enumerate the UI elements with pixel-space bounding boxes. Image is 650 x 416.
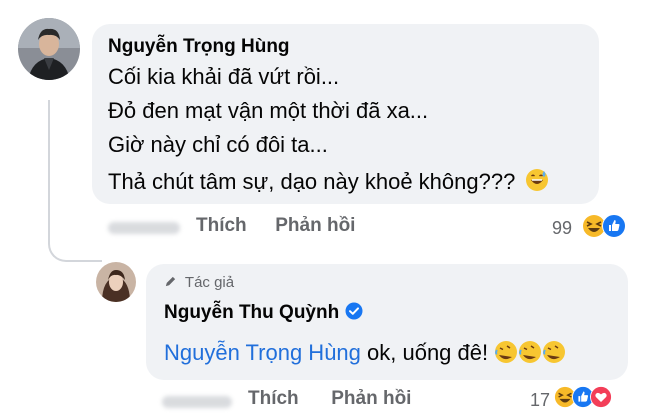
reply-author-name: Nguyễn Thu Quỳnh <box>164 302 363 324</box>
avatar-nguyen-trong-hung[interactable] <box>18 18 80 80</box>
reply-text: Nguyễn Trọng Hùng ok, uống đê! <box>164 340 566 366</box>
comment-line-4: Thả chút tâm sự, dạo này khoẻ không??? <box>108 168 549 195</box>
rofl-emoji-icon <box>543 341 566 363</box>
love-icon <box>590 386 612 408</box>
pen-icon <box>165 276 176 287</box>
avatar-nguyen-thu-quynh[interactable] <box>96 262 136 302</box>
comment-author-name[interactable]: Nguyễn Trọng Hùng <box>108 36 290 58</box>
person-avatar-icon <box>96 262 136 302</box>
comment-actions-2: Thích Phản hồi <box>248 388 411 410</box>
grinning-sweat-emoji-icon <box>526 169 549 191</box>
person-avatar-icon <box>18 18 80 80</box>
author-badge-label: Tác giả <box>184 274 235 291</box>
blurred-timestamp <box>162 396 232 408</box>
reply-link[interactable]: Phản hồi <box>331 388 411 409</box>
like-link[interactable]: Thích <box>196 215 247 236</box>
author-badge: Tác giả <box>164 274 234 291</box>
comment-line-1: Cối kia khải đã vứt rồi... <box>108 64 340 89</box>
rofl-emoji-icon <box>519 341 542 363</box>
blurred-timestamp <box>108 222 180 234</box>
reply-link[interactable]: Phản hồi <box>275 215 355 236</box>
verified-badge-icon <box>345 302 363 320</box>
reaction-count[interactable]: 99 <box>552 218 572 239</box>
comment-line-2: Đỏ đen mạt vận một thời đã xa... <box>108 98 429 123</box>
comment-line-3: Giờ này chỉ có đôi ta... <box>108 132 328 157</box>
reaction-count[interactable]: 17 <box>530 390 550 411</box>
like-link[interactable]: Thích <box>248 388 299 409</box>
comment-actions-1: Thích Phản hồi <box>196 215 355 237</box>
like-icon <box>602 214 626 238</box>
reply-text-body: ok, uống đê! <box>360 340 489 365</box>
rofl-emoji-icon <box>495 341 518 363</box>
comment-line-4-text: Thả chút tâm sự, dạo này khoẻ không??? <box>108 169 516 194</box>
reply-author-text[interactable]: Nguyễn Thu Quỳnh <box>164 302 339 323</box>
mention-link[interactable]: Nguyễn Trọng Hùng <box>164 340 361 365</box>
